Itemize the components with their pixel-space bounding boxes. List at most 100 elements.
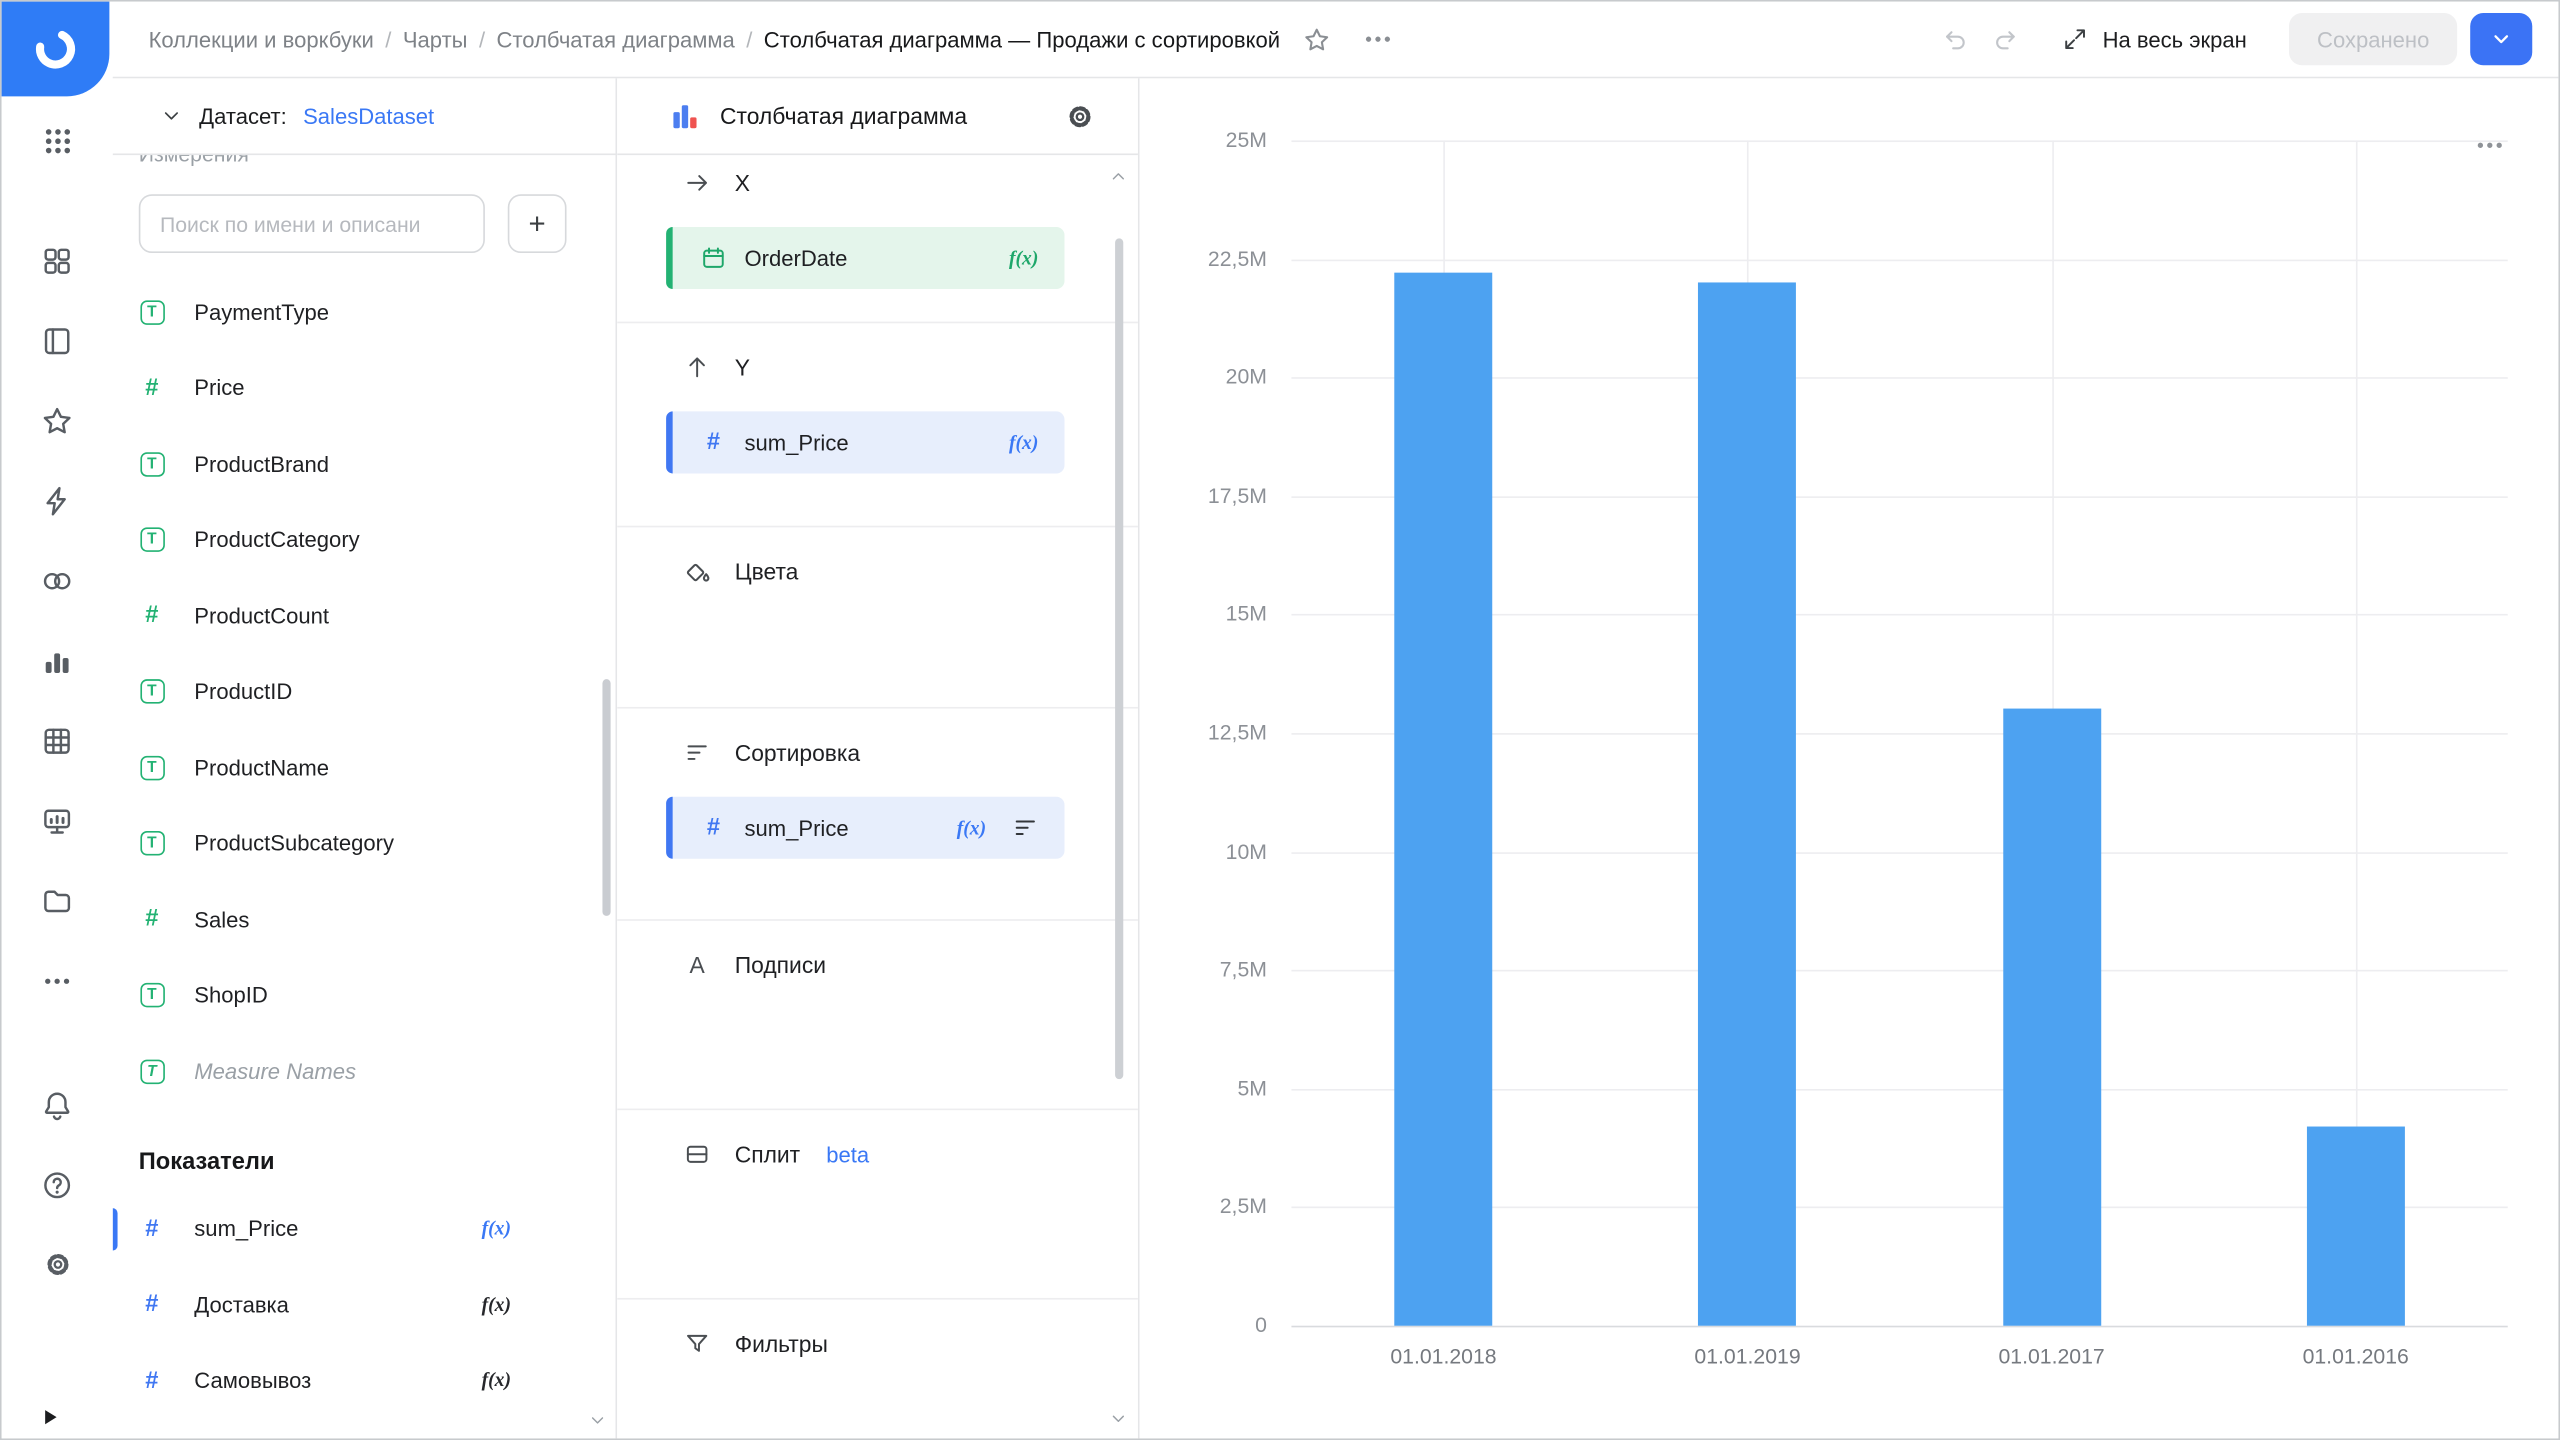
y-axis-tick: 22,5M xyxy=(1140,246,1267,272)
sidebar-button-gear[interactable] xyxy=(2,1224,113,1304)
sidebar-button-rings[interactable] xyxy=(2,540,113,620)
paint-icon xyxy=(682,558,711,586)
field-row[interactable]: #ProductCount xyxy=(113,578,616,654)
sidebar-button-bar-chart[interactable] xyxy=(2,620,113,700)
bar-01.01.2016[interactable] xyxy=(2307,1127,2405,1326)
sidebar-button-squares[interactable] xyxy=(2,220,113,300)
sidebar-button-bell[interactable] xyxy=(2,1064,113,1144)
redo-icon[interactable] xyxy=(1992,25,2020,53)
chevron-down-icon[interactable] xyxy=(160,104,183,127)
fullscreen-button[interactable]: На весь экран xyxy=(2062,26,2247,52)
clipped-section-title: Измерения xyxy=(139,155,616,170)
sidebar-button-ellipsis[interactable] xyxy=(2,940,113,1020)
saved-button[interactable]: Сохранено xyxy=(2289,13,2457,65)
y-axis-tick: 2,5M xyxy=(1140,1194,1267,1220)
scroll-down-chevron-icon[interactable] xyxy=(1109,1409,1129,1429)
config-section-label: X xyxy=(735,170,750,196)
y-axis-tick: 0 xyxy=(1140,1313,1267,1339)
bar-01.01.2019[interactable] xyxy=(1699,283,1797,1326)
breadcrumb-more-icon[interactable] xyxy=(1363,24,1392,53)
breadcrumb-current: Столбчатая диаграмма — Продажи с сортиро… xyxy=(764,27,1280,51)
measure-row[interactable]: #sum_Pricef(x) xyxy=(113,1191,616,1267)
field-row[interactable]: TShopID xyxy=(113,958,616,1034)
field-label: Sales xyxy=(194,907,249,931)
config-panel-scrollbar[interactable] xyxy=(1115,238,1123,1079)
add-field-button[interactable]: + xyxy=(508,194,567,253)
dimension-list: TPaymentType#PriceTProductBrandTProductC… xyxy=(113,274,616,1109)
lightning-icon xyxy=(41,484,74,517)
config-section-filters: Фильтры xyxy=(617,1300,1138,1439)
undo-icon[interactable] xyxy=(1941,25,1969,53)
formula-icon: f(x) xyxy=(482,1217,511,1241)
bar-01.01.2018[interactable] xyxy=(1394,273,1492,1326)
string-field-icon: T xyxy=(139,1059,165,1083)
datalens-logo[interactable] xyxy=(2,2,110,97)
string-field-icon: T xyxy=(139,831,165,855)
sidebar-button-monitor[interactable] xyxy=(2,780,113,860)
sidebar-bottom-group xyxy=(2,1064,113,1304)
sidebar-button-grid[interactable] xyxy=(2,700,113,780)
field-chip-sum_Price[interactable]: #sum_Pricef(x) xyxy=(666,411,1064,473)
split-icon xyxy=(682,1141,711,1167)
gridline xyxy=(1291,1326,2507,1328)
scroll-up-chevron-icon[interactable] xyxy=(1109,167,1129,187)
star-icon xyxy=(41,404,74,437)
sidebar-button-book[interactable] xyxy=(2,300,113,380)
formula-icon: f(x) xyxy=(482,1293,511,1317)
beta-badge: beta xyxy=(826,1142,869,1166)
config-section-colors: Цвета xyxy=(617,527,1138,708)
sidebar-apps-group xyxy=(2,101,113,181)
breadcrumb-link[interactable]: Чарты xyxy=(403,27,468,51)
field-chip-sum_Price[interactable]: #sum_Pricef(x) xyxy=(666,797,1064,859)
field-row[interactable]: TProductName xyxy=(113,730,616,806)
config-section-labels: AПодписи xyxy=(617,921,1138,1110)
field-row[interactable]: TMeasure Names xyxy=(113,1033,616,1109)
sidebar-collapse-play-icon[interactable] xyxy=(41,1407,61,1427)
field-row[interactable]: #Price xyxy=(113,350,616,426)
bar-01.01.2017[interactable] xyxy=(2003,709,2101,1325)
sidebar-button-lightning[interactable] xyxy=(2,460,113,540)
fullscreen-label: На весь экран xyxy=(2103,27,2247,51)
field-row[interactable]: TPaymentType xyxy=(113,274,616,350)
dataset-panel-scrollbar[interactable] xyxy=(602,679,610,916)
sort-icon[interactable] xyxy=(1012,815,1038,841)
save-dropdown-button[interactable] xyxy=(2470,13,2532,65)
measure-row[interactable]: #Доставкаf(x) xyxy=(113,1267,616,1343)
y-axis-tick: 12,5M xyxy=(1140,720,1267,746)
field-label: ProductCount xyxy=(194,604,329,628)
sidebar-button-folder[interactable] xyxy=(2,860,113,940)
breadcrumb-link[interactable]: Коллекции и воркбуки xyxy=(149,27,374,51)
field-row[interactable]: TProductBrand xyxy=(113,426,616,502)
chart-settings-gear-icon[interactable] xyxy=(1064,100,1095,131)
formula-icon: f(x) xyxy=(1009,430,1038,454)
gridline xyxy=(1291,140,2507,142)
measures-section-title: Показатели xyxy=(139,1142,616,1181)
sidebar-button-help[interactable] xyxy=(2,1144,113,1224)
config-section-header: Сортировка xyxy=(682,735,1138,771)
field-label: Доставка xyxy=(194,1293,289,1317)
breadcrumb-link[interactable]: Столбчатая диаграмма xyxy=(497,27,735,51)
field-row[interactable]: TProductCategory xyxy=(113,502,616,578)
sidebar-button-apps-grid[interactable] xyxy=(2,101,113,181)
arrow-up-icon xyxy=(682,354,711,380)
dataset-name-link[interactable]: SalesDataset xyxy=(303,104,434,128)
breadcrumb-separator: / xyxy=(385,27,391,51)
apps-grid-icon xyxy=(42,126,73,157)
measure-row[interactable]: #Самовывозf(x) xyxy=(113,1343,616,1419)
field-row[interactable]: #Sales xyxy=(113,882,616,958)
field-row[interactable]: TProductSubcategory xyxy=(113,806,616,882)
field-search-input[interactable] xyxy=(139,194,485,253)
scroll-down-chevron-icon[interactable] xyxy=(588,1411,608,1431)
sidebar-button-star[interactable] xyxy=(2,380,113,460)
label-a-icon: A xyxy=(682,953,711,976)
config-section-header: Сплитbeta xyxy=(682,1136,1138,1172)
favorite-star-icon[interactable] xyxy=(1303,25,1331,53)
field-label: PaymentType xyxy=(194,300,329,324)
chip-label: sum_Price xyxy=(744,430,848,454)
chart-menu-ellipsis-icon[interactable] xyxy=(2475,131,2504,160)
chip-label: OrderDate xyxy=(744,246,847,270)
calendar-icon xyxy=(700,245,726,271)
field-chip-OrderDate[interactable]: OrderDatef(x) xyxy=(666,227,1064,289)
filter-icon xyxy=(682,1331,711,1357)
field-row[interactable]: TProductID xyxy=(113,654,616,730)
